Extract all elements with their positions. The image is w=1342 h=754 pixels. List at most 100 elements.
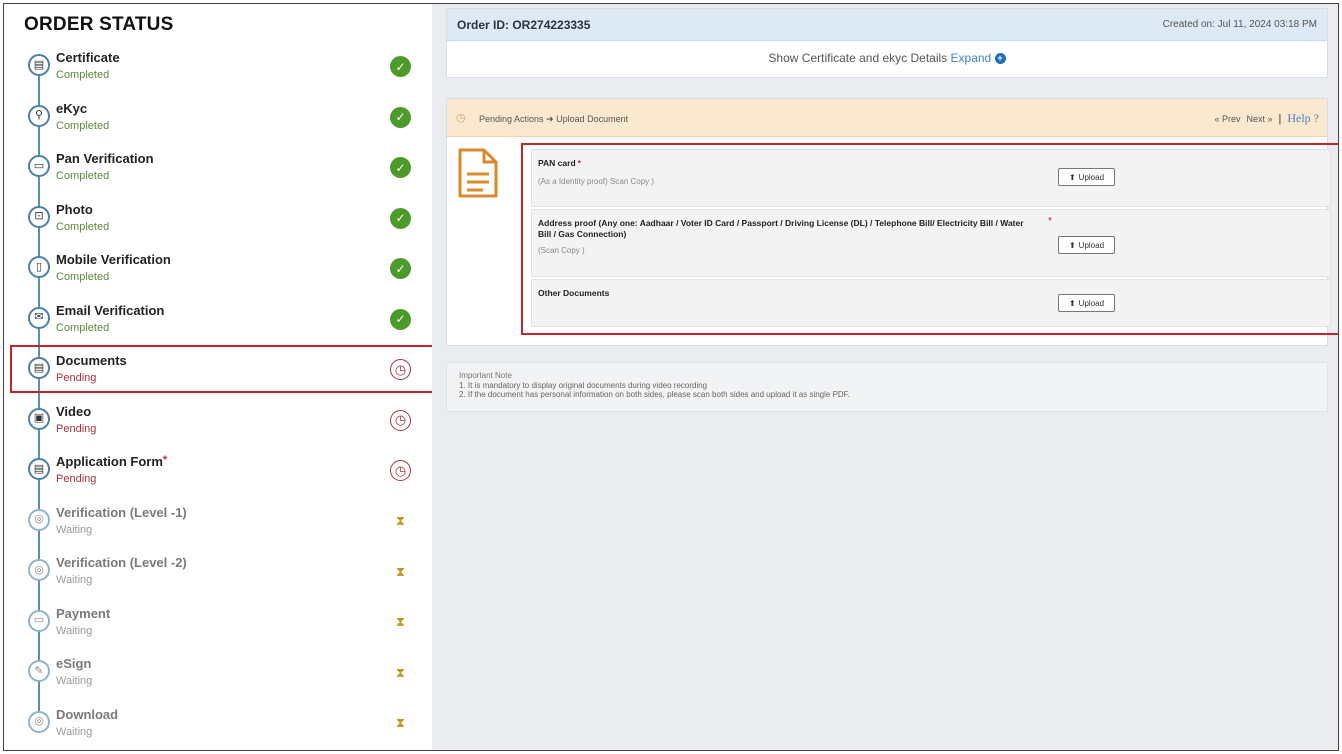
document-subtitle: (Scan Copy ) bbox=[538, 246, 585, 255]
check-icon: ✓ bbox=[390, 106, 411, 128]
expand-plus-icon[interactable]: + bbox=[994, 53, 1006, 65]
step-status: Completed bbox=[56, 69, 110, 81]
search-icon: ⚲ bbox=[28, 104, 50, 127]
document-icon bbox=[458, 148, 498, 198]
check-icon: ✓ bbox=[390, 258, 411, 279]
step-video[interactable]: ▣ Video Pending ◷ bbox=[4, 402, 432, 452]
order-header: Order ID: OR274223335 Created on: Jul 11… bbox=[447, 9, 1327, 41]
document-title: Other Documents bbox=[538, 288, 610, 298]
card-icon: ▭ bbox=[28, 155, 50, 177]
step-title: Pan Verification bbox=[56, 151, 154, 166]
email-icon: ✉ bbox=[28, 306, 50, 329]
step-title: eKyc bbox=[56, 100, 88, 116]
note-line: 2. If the document has personal informat… bbox=[459, 390, 850, 399]
hourglass-icon: ⧗ bbox=[395, 715, 406, 730]
step-status: Completed bbox=[56, 119, 110, 132]
prev-button[interactable]: « Prev bbox=[1214, 114, 1240, 124]
order-id: Order ID: OR274223335 bbox=[457, 18, 591, 32]
step-title: Mobile Verification bbox=[56, 252, 171, 267]
document-title: PAN card * bbox=[538, 158, 581, 168]
created-on: Created on: Jul 11, 2024 03:18 PM bbox=[1162, 19, 1317, 30]
pending-header: ◷ Pending Actions ➜ Upload Document « Pr… bbox=[447, 99, 1327, 137]
hourglass-icon: ⧗ bbox=[395, 563, 406, 579]
step-status: Completed bbox=[56, 220, 110, 233]
step-certificate[interactable]: ▤ Certificate Completed ✓ bbox=[4, 48, 432, 98]
step-download[interactable]: ◎ Download Waiting ⧗ bbox=[4, 705, 432, 751]
hourglass-icon: ⧗ bbox=[395, 664, 406, 680]
step-status: Pending bbox=[56, 422, 97, 435]
help-link[interactable]: Help ? bbox=[1287, 111, 1319, 126]
upload-icon: ⬆ bbox=[1068, 240, 1076, 250]
shield-icon: ◎ bbox=[28, 559, 50, 581]
next-button[interactable]: Next » bbox=[1246, 114, 1272, 124]
step-pan-verification[interactable]: ▭ Pan Verification Completed ✓ bbox=[4, 149, 432, 199]
hourglass-icon: ⧗ bbox=[395, 513, 406, 528]
form-icon: ▤ bbox=[28, 458, 50, 480]
expand-link[interactable]: Expand bbox=[951, 51, 992, 65]
breadcrumb: Pending Actions ➜ Upload Document bbox=[479, 114, 629, 124]
required-asterisk: * bbox=[1048, 216, 1052, 227]
main-panel: Order ID: OR274223335 Created on: Jul 11… bbox=[432, 4, 1338, 750]
step-status: Completed bbox=[56, 170, 110, 182]
step-status: Pending bbox=[56, 473, 97, 485]
card-icon: ▭ bbox=[28, 609, 50, 632]
show-certificate-details: Show Certificate and ekyc Details Expand… bbox=[447, 51, 1327, 65]
document-subtitle: (As a Identity proof) Scan Copy ) bbox=[538, 177, 655, 186]
step-title: Verification (Level -1) bbox=[56, 504, 187, 520]
step-title: Certificate bbox=[56, 50, 120, 65]
pending-actions-card: ◷ Pending Actions ➜ Upload Document « Pr… bbox=[446, 98, 1338, 346]
check-icon: ✓ bbox=[390, 157, 411, 178]
certificate-icon: ▤ bbox=[28, 54, 50, 76]
step-status: Waiting bbox=[56, 624, 93, 637]
step-verification-level-2[interactable]: ◎ Verification (Level -2) Waiting ⧗ bbox=[4, 553, 432, 603]
camera-focus-icon: ⊡ bbox=[28, 205, 50, 228]
step-photo[interactable]: ⊡ Photo Completed ✓ bbox=[4, 200, 432, 250]
note-title: Important Note bbox=[459, 371, 512, 380]
required-asterisk: * bbox=[162, 454, 168, 466]
step-status: Waiting bbox=[56, 523, 93, 536]
shield-icon: ◎ bbox=[28, 710, 50, 733]
step-title: Photo bbox=[56, 201, 93, 217]
documents-highlight-box bbox=[10, 345, 434, 393]
step-email-verification[interactable]: ✉ Email Verification Completed ✓ bbox=[4, 301, 432, 351]
nav-separator: | bbox=[1278, 112, 1282, 125]
step-title: Download bbox=[56, 706, 119, 722]
step-payment[interactable]: ▭ Payment Waiting ⧗ bbox=[4, 604, 432, 654]
video-icon: ▣ bbox=[28, 407, 50, 430]
step-esign[interactable]: ✎ eSign Waiting ⧗ bbox=[4, 654, 432, 704]
step-title: Video bbox=[56, 403, 92, 419]
step-status: Completed bbox=[56, 271, 110, 283]
step-application-form[interactable]: ▤ Application Form* Pending ◷ bbox=[4, 452, 432, 502]
upload-icon: ⬆ bbox=[1068, 298, 1076, 308]
note-line: 1. It is mandatory to display original d… bbox=[459, 381, 708, 390]
pager-nav: « Prev Next » | Help ? bbox=[1214, 111, 1319, 126]
sidebar-title: ORDER STATUS bbox=[24, 14, 174, 35]
document-row-pan: PAN card * (As a Identity proof) Scan Cop… bbox=[531, 149, 1331, 207]
upload-button[interactable]: ⬆ Upload bbox=[1058, 168, 1115, 186]
mobile-icon: ▯ bbox=[28, 256, 50, 278]
document-row-other: Other Documents ⬆ Upload bbox=[531, 279, 1331, 327]
upload-button[interactable]: ⬆ Upload bbox=[1058, 236, 1115, 254]
check-icon: ✓ bbox=[390, 207, 411, 229]
order-status-sidebar: ORDER STATUS ▤ Certificate Completed ✓ ⚲ eKyc… bbox=[4, 4, 434, 751]
hourglass-icon: ⧗ bbox=[395, 614, 406, 629]
order-card: Order ID: OR274223335 Created on: Jul 11… bbox=[446, 8, 1328, 78]
check-icon: ✓ bbox=[390, 308, 411, 330]
step-status: Waiting bbox=[56, 725, 93, 738]
step-verification-level-1[interactable]: ◎ Verification (Level -1) Waiting ⧗ bbox=[4, 503, 432, 553]
step-title: eSign bbox=[56, 656, 92, 671]
step-status: Waiting bbox=[56, 675, 93, 687]
step-status: Completed bbox=[56, 321, 110, 334]
document-title: Address proof (Any one: Aadhaar / Voter … bbox=[538, 218, 1024, 239]
upload-icon: ⬆ bbox=[1068, 172, 1076, 182]
check-icon: ✓ bbox=[390, 56, 411, 77]
important-note: Important Note 1. It is mandatory to dis… bbox=[446, 362, 1328, 412]
upload-button[interactable]: ⬆ Upload bbox=[1058, 294, 1115, 312]
clock-icon: ◷ bbox=[390, 409, 411, 431]
step-status: Waiting bbox=[56, 574, 93, 586]
step-mobile-verification[interactable]: ▯ Mobile Verification Completed ✓ bbox=[4, 250, 432, 300]
step-title: Email Verification bbox=[56, 302, 165, 318]
shield-icon: ◎ bbox=[28, 508, 50, 531]
clock-icon: ◷ bbox=[390, 460, 411, 481]
step-ekyc[interactable]: ⚲ eKyc Completed ✓ bbox=[4, 99, 432, 149]
